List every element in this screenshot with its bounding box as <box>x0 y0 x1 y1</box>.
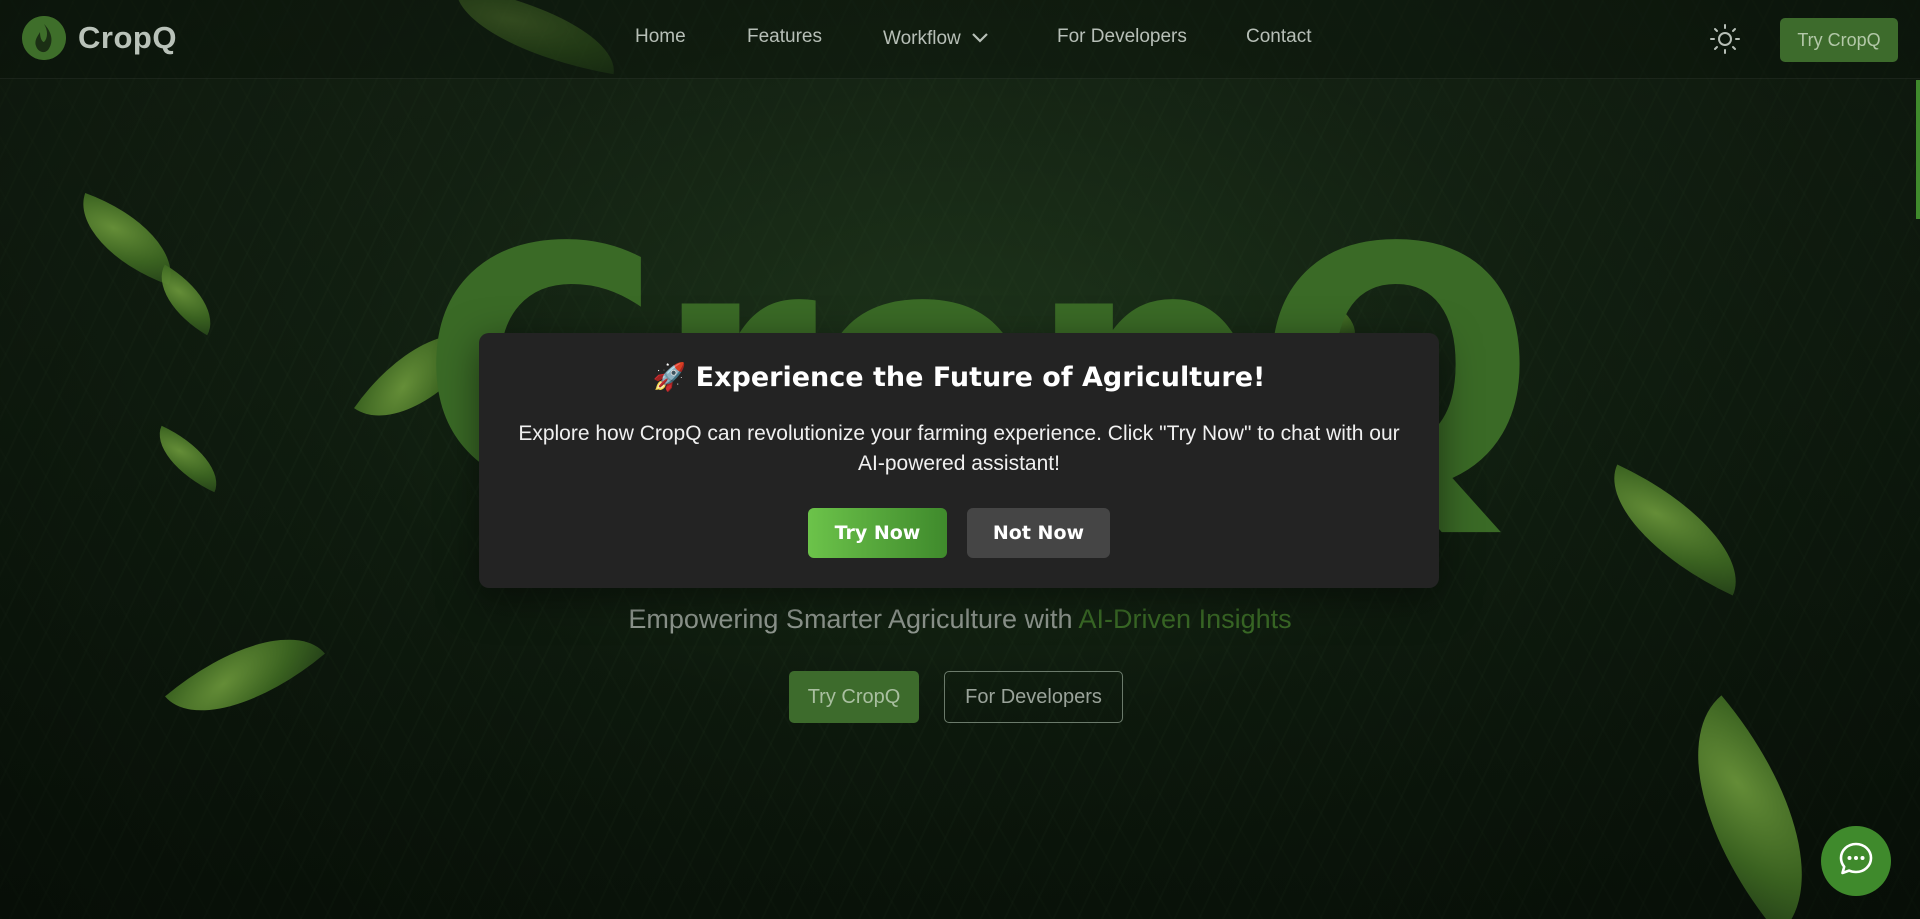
nav-contact[interactable]: Contact <box>1246 26 1311 48</box>
sun-icon[interactable] <box>1710 24 1740 54</box>
hero-subtitle: Empowering Smarter Agriculture with AI-D… <box>0 604 1920 635</box>
modal-body: Explore how CropQ can revolutionize your… <box>518 422 1400 475</box>
chevron-down-icon <box>971 28 989 50</box>
hero-subtitle-prefix: Empowering Smarter Agriculture with <box>628 604 1079 634</box>
hero-subtitle-accent: AI-Driven Insights <box>1078 604 1292 634</box>
header-try-button[interactable]: Try CropQ <box>1780 18 1898 62</box>
top-navbar: CropQ Home Features Workflow For Develop… <box>0 0 1920 79</box>
nav-home[interactable]: Home <box>635 26 686 48</box>
main-nav: Home Features Workflow For Developers Co… <box>0 26 1920 56</box>
chat-bubble-icon <box>1837 840 1875 882</box>
nav-workflow[interactable]: Workflow <box>883 28 989 50</box>
not-now-button[interactable]: Not Now <box>967 508 1110 558</box>
hero-try-button[interactable]: Try CropQ <box>789 671 919 723</box>
modal-title: 🚀 Experience the Future of Agriculture! <box>652 362 1266 393</box>
chat-button[interactable] <box>1821 826 1891 896</box>
nav-workflow-label: Workflow <box>883 28 961 50</box>
scroll-indicator <box>1916 80 1920 219</box>
try-now-button[interactable]: Try Now <box>808 508 947 558</box>
nav-features[interactable]: Features <box>747 26 822 48</box>
promo-modal: 🚀 Experience the Future of Agriculture! … <box>479 333 1439 588</box>
hero-developers-button[interactable]: For Developers <box>944 671 1123 723</box>
nav-developers[interactable]: For Developers <box>1057 26 1187 48</box>
